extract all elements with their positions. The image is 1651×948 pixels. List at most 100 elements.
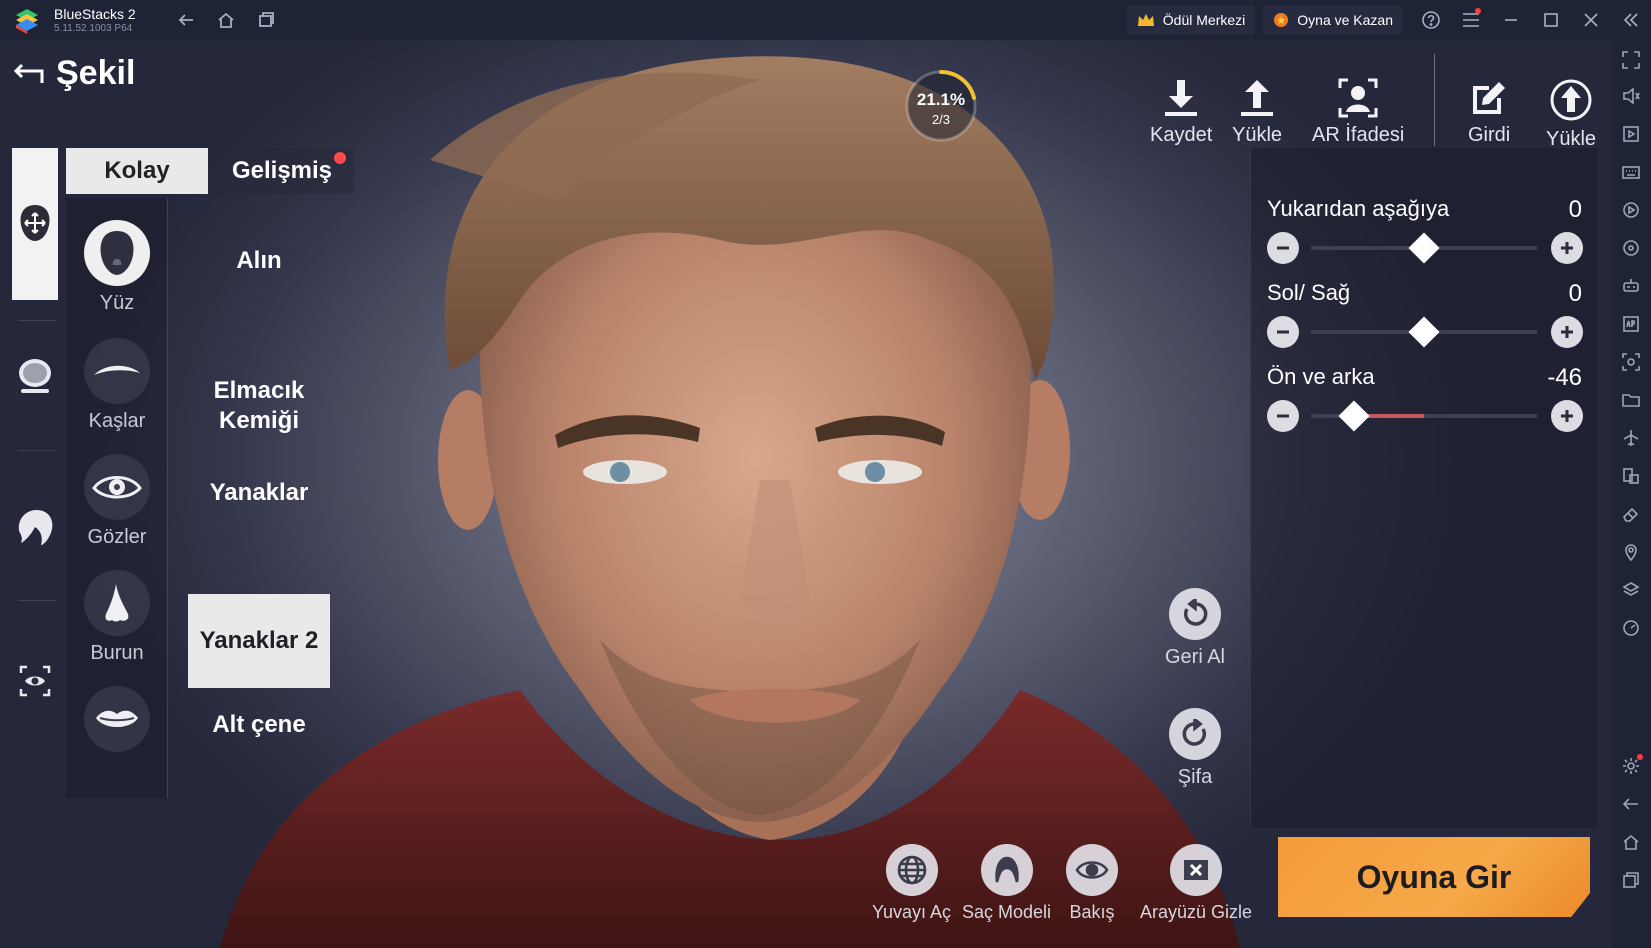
load-button[interactable]: Yükle <box>1232 78 1282 147</box>
hide-ui-icon <box>1170 844 1223 896</box>
menu-icon[interactable] <box>1451 0 1491 40</box>
subpart-cheeks[interactable]: Yanaklar <box>188 478 330 508</box>
eraser-icon[interactable] <box>1621 504 1641 524</box>
reward-center-button[interactable]: Ödül Merkezi <box>1126 5 1256 35</box>
tab-advanced[interactable]: Gelişmiş <box>210 148 354 194</box>
enter-game-button[interactable]: Oyuna Gir <box>1278 837 1590 917</box>
folder-icon[interactable] <box>1621 390 1641 410</box>
play-and-win-button[interactable]: Oyna ve Kazan <box>1263 5 1403 35</box>
recent-apps-icon[interactable] <box>1621 870 1641 890</box>
redo-icon <box>1169 708 1221 760</box>
rail-divider <box>18 600 56 601</box>
subpart-cheeks-2[interactable]: Yanaklar 2 <box>188 594 330 688</box>
hide-ui-button[interactable]: Arayüzü Gizle <box>1140 844 1252 923</box>
upload-button[interactable]: Yükle <box>1546 78 1596 151</box>
slider-label: Yukarıdan aşağıya <box>1267 196 1450 221</box>
subpart-lower-jaw[interactable]: Alt çene <box>188 710 330 740</box>
undo-icon <box>1169 588 1221 640</box>
category-label: Burun <box>90 642 144 664</box>
sidebar-home-icon[interactable] <box>1621 832 1641 852</box>
subpart-cheekbone[interactable]: Elmacık Kemiği <box>188 346 330 436</box>
screenshot-icon[interactable] <box>1621 352 1641 372</box>
collapse-sidebar-icon[interactable] <box>1611 0 1651 40</box>
app-version: 5.11.52.1003 P64 <box>54 22 133 34</box>
minus-icon <box>1277 246 1289 250</box>
settings-icon[interactable] <box>1621 754 1643 776</box>
location-icon[interactable] <box>1621 542 1641 562</box>
category-nose[interactable]: Burun <box>66 570 168 665</box>
airplane-icon[interactable] <box>1621 428 1641 448</box>
category-face[interactable]: Yüz <box>66 220 168 315</box>
undo-button[interactable]: Geri Al <box>1160 588 1230 669</box>
slider-track[interactable] <box>1311 232 1537 264</box>
multi-screen-icon[interactable] <box>1621 466 1641 486</box>
media-manager-icon[interactable] <box>1621 124 1641 144</box>
apk-icon[interactable] <box>1621 314 1641 334</box>
close-icon[interactable] <box>1571 0 1611 40</box>
enter-game-label: Oyuna Gir <box>1356 858 1512 895</box>
crown-icon <box>1137 13 1155 27</box>
multi-instance-icon[interactable] <box>256 10 276 30</box>
move-face-icon[interactable] <box>12 200 58 246</box>
back-icon[interactable] <box>176 10 196 30</box>
subpart-forehead[interactable]: Alın <box>188 246 330 276</box>
slider-track[interactable] <box>1311 316 1537 348</box>
slider-decrease-button[interactable] <box>1267 232 1299 264</box>
sidebar-back-icon[interactable] <box>1621 794 1641 814</box>
page-title[interactable]: Şekil <box>12 54 135 93</box>
ar-expression-button[interactable]: AR İfadesi <box>1312 78 1404 147</box>
slider-thumb[interactable] <box>1408 316 1440 348</box>
category-eyes[interactable]: Gözler <box>66 454 168 549</box>
slider-increase-button[interactable] <box>1551 400 1583 432</box>
subpart-label: Alt çene <box>212 711 306 738</box>
plus-icon <box>1561 410 1573 422</box>
save-button[interactable]: Kaydet <box>1150 78 1212 147</box>
slider-value: 0 <box>1568 280 1582 307</box>
slider-increase-button[interactable] <box>1551 316 1583 348</box>
download-progress: 21.1% 2/3 <box>903 68 979 144</box>
category-lips[interactable] <box>66 686 168 758</box>
undo-label: Geri Al <box>1164 646 1226 668</box>
slider-thumb[interactable] <box>1338 400 1370 432</box>
category-eyebrows[interactable]: Kaşlar <box>66 338 168 433</box>
volume-icon[interactable] <box>1621 86 1641 106</box>
sync-icon[interactable] <box>1621 238 1641 258</box>
open-nest-button[interactable]: Yuvayı Aç <box>872 844 951 923</box>
slider-decrease-button[interactable] <box>1267 316 1299 348</box>
hair-style-icon[interactable] <box>12 504 58 550</box>
help-icon[interactable] <box>1411 0 1451 40</box>
ar-label: AR İfadesi <box>1312 124 1405 146</box>
tab-easy[interactable]: Kolay <box>66 148 208 194</box>
entry-button[interactable]: Girdi <box>1468 78 1510 147</box>
minimize-icon[interactable] <box>1491 0 1531 40</box>
performance-icon[interactable] <box>1621 618 1641 638</box>
makeup-mirror-icon[interactable] <box>12 354 58 400</box>
slider-increase-button[interactable] <box>1551 232 1583 264</box>
tab-easy-label: Kolay <box>104 157 170 184</box>
view-button[interactable]: Bakış <box>1066 844 1118 923</box>
lips-icon <box>84 686 150 752</box>
slider-decrease-button[interactable] <box>1267 400 1299 432</box>
home-icon[interactable] <box>216 10 236 30</box>
bluestacks-sidebar <box>1611 40 1651 948</box>
app-title: BlueStacks 2 5.11.52.1003 P64 <box>54 7 136 34</box>
maximize-icon[interactable] <box>1531 0 1571 40</box>
slider-track[interactable] <box>1311 400 1537 432</box>
save-label: Kaydet <box>1150 124 1213 146</box>
gamepad-icon[interactable] <box>1621 276 1641 296</box>
rail-divider <box>18 320 56 321</box>
face-icon <box>84 220 150 286</box>
fullscreen-icon[interactable] <box>1621 50 1641 70</box>
play-and-win-label: Oyna ve Kazan <box>1297 12 1393 28</box>
keyboard-icon[interactable] <box>1621 162 1641 182</box>
left-rail <box>0 140 62 840</box>
hair-model-button[interactable]: Saç Modeli <box>962 844 1051 923</box>
category-label: Kaşlar <box>88 410 146 432</box>
game-viewport: Şekil Kolay Gelişmiş Yüz Kaşlar Gözler B… <box>0 40 1611 948</box>
redo-button[interactable]: Şifa <box>1160 708 1230 789</box>
macro-icon[interactable] <box>1621 200 1641 220</box>
layers-icon[interactable] <box>1621 580 1641 600</box>
camera-view-icon[interactable] <box>12 658 58 704</box>
plus-icon <box>1561 242 1573 254</box>
slider-thumb[interactable] <box>1408 232 1440 264</box>
